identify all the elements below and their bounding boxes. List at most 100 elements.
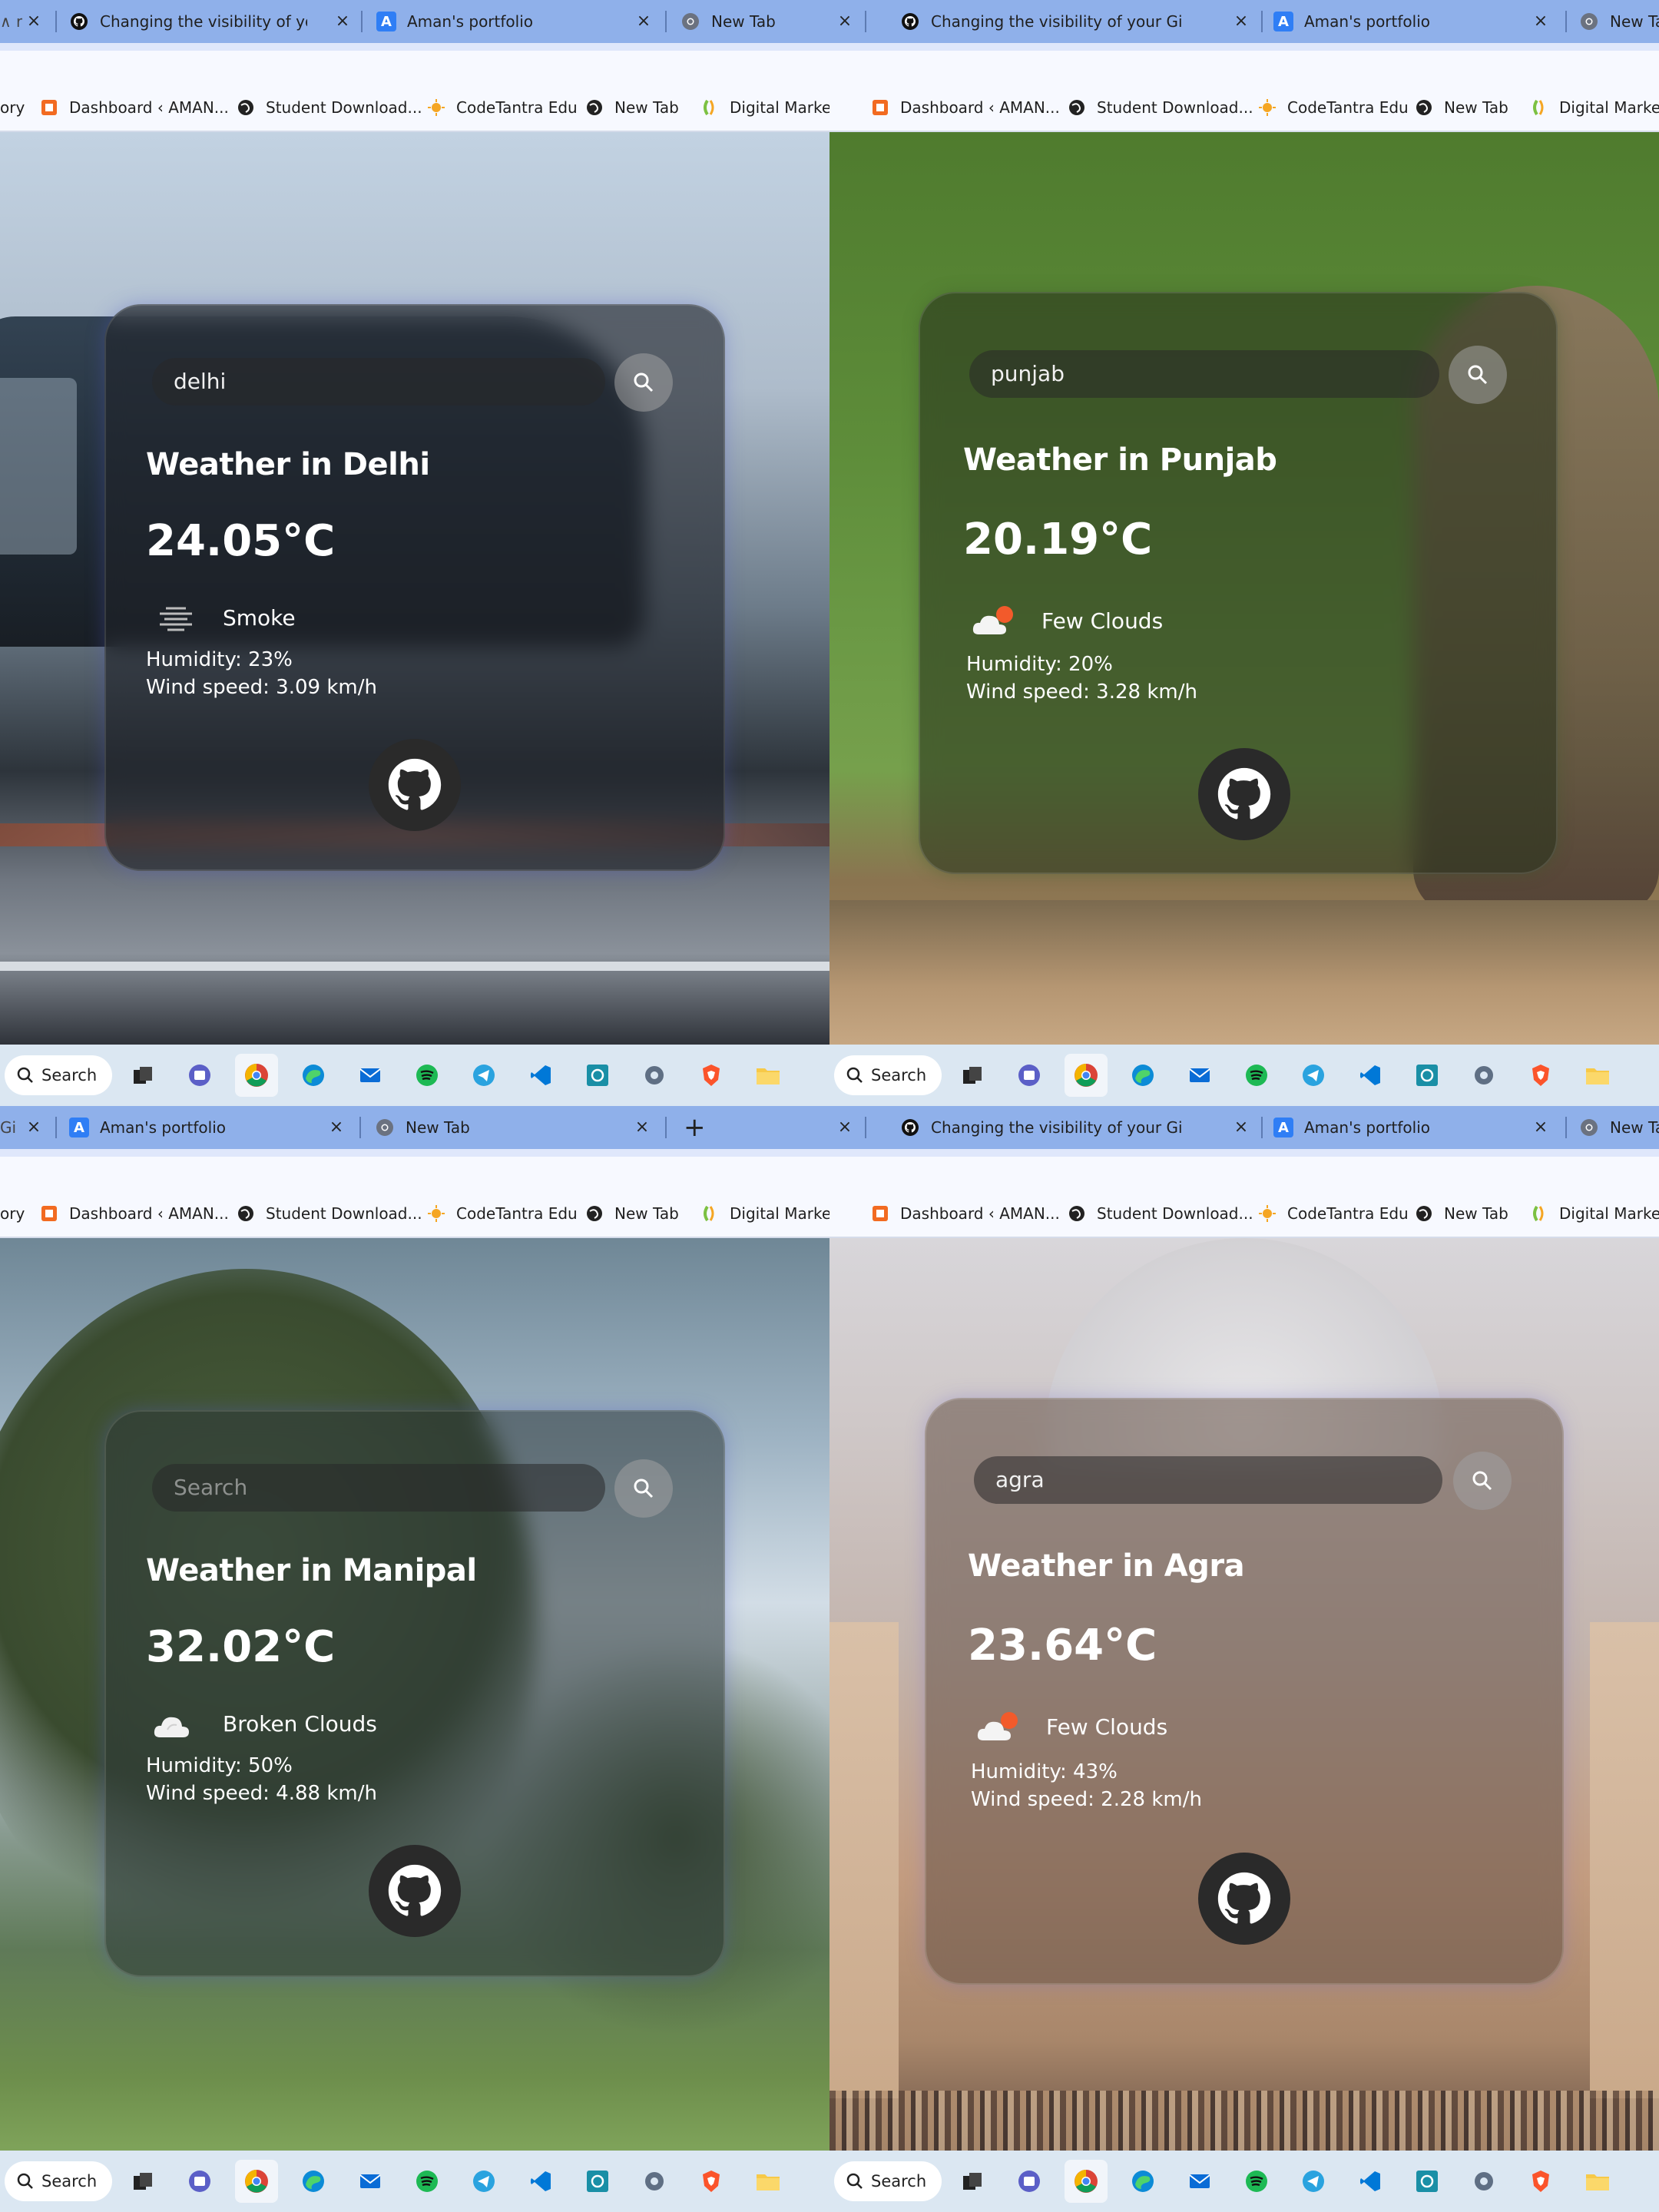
- teams-icon[interactable]: [1014, 1060, 1045, 1091]
- settings-icon[interactable]: [639, 1060, 670, 1091]
- bookmark-item[interactable]: CodeTantra Edu: [427, 83, 578, 131]
- bookmark-item[interactable]: Digital Marketiory: [700, 83, 830, 131]
- spotify-icon[interactable]: [412, 2166, 442, 2197]
- bookmark-item[interactable]: Digital Marketin: [1530, 1189, 1659, 1237]
- mail-icon[interactable]: [355, 2166, 386, 2197]
- edge-icon[interactable]: [298, 2166, 329, 2197]
- search-button[interactable]: [1449, 346, 1507, 404]
- file-explorer-dark-icon[interactable]: [127, 1060, 158, 1091]
- tab-portfolio[interactable]: A Aman's portfolio ×: [376, 0, 654, 43]
- address-bar[interactable]: [0, 43, 830, 83]
- close-icon[interactable]: ×: [23, 1117, 45, 1138]
- taskbar-search[interactable]: Search: [5, 2161, 112, 2201]
- edge-icon[interactable]: [1128, 1060, 1158, 1091]
- search-button[interactable]: [614, 353, 673, 412]
- tab-partial[interactable]: ∧ r ×: [0, 0, 45, 43]
- github-link-button[interactable]: [369, 1845, 461, 1937]
- taskbar-search[interactable]: Search: [834, 1055, 942, 1095]
- folder-icon[interactable]: [1582, 2166, 1613, 2197]
- brave-icon[interactable]: [1525, 2166, 1556, 2197]
- brave-icon[interactable]: [696, 2166, 727, 2197]
- bookmark-item[interactable]: Dashboard ‹ AMAN...: [40, 83, 229, 131]
- file-explorer-dark-icon[interactable]: [127, 2166, 158, 2197]
- bookmark-item[interactable]: New Tab: [1415, 1189, 1508, 1237]
- spotify-icon[interactable]: [1241, 1060, 1272, 1091]
- spotify-icon[interactable]: [1241, 2166, 1272, 2197]
- tab-partial[interactable]: ×: [830, 0, 860, 43]
- telegram-icon[interactable]: [1298, 2166, 1329, 2197]
- city-search-input[interactable]: [152, 358, 605, 406]
- brave-icon[interactable]: [696, 1060, 727, 1091]
- brave-icon[interactable]: [1525, 1060, 1556, 1091]
- bookmark-item[interactable]: Dashboard ‹ AMAN...: [871, 83, 1060, 131]
- telegram-icon[interactable]: [469, 1060, 499, 1091]
- tab-new[interactable]: New Tab ×: [375, 1106, 653, 1149]
- chrome-icon[interactable]: [1065, 1054, 1108, 1097]
- new-tab-button[interactable]: +: [684, 1112, 706, 1143]
- tab-partial[interactable]: Gi ×: [0, 1106, 45, 1149]
- bookmark-item[interactable]: Digital Marketiory: [700, 1189, 830, 1237]
- close-icon[interactable]: ×: [834, 1117, 856, 1138]
- tab-github[interactable]: Changing the visibility of your Gi ×: [900, 0, 1252, 43]
- folder-icon[interactable]: [753, 2166, 783, 2197]
- address-bar[interactable]: [830, 1149, 1659, 1189]
- bookmark-item[interactable]: New Tab: [585, 1189, 679, 1237]
- close-icon[interactable]: ×: [1530, 1117, 1551, 1138]
- terminal-icon[interactable]: [1412, 1060, 1442, 1091]
- edge-icon[interactable]: [298, 1060, 329, 1091]
- tab-new[interactable]: New Tab: [1579, 0, 1659, 43]
- settings-icon[interactable]: [639, 2166, 670, 2197]
- settings-icon[interactable]: [1469, 1060, 1499, 1091]
- tab-partial[interactable]: ×: [830, 1106, 860, 1149]
- close-icon[interactable]: ×: [23, 11, 45, 32]
- bookmark-item[interactable]: CodeTantra Edu: [1258, 1189, 1409, 1237]
- folder-icon[interactable]: [1582, 1060, 1613, 1091]
- bookmark-item[interactable]: Student Download...: [237, 83, 422, 131]
- mail-icon[interactable]: [1184, 2166, 1215, 2197]
- tab-portfolio[interactable]: A Aman's portfolio ×: [69, 1106, 347, 1149]
- city-search-input[interactable]: [152, 1464, 605, 1512]
- bookmark-item[interactable]: CodeTantra Edu: [1258, 83, 1409, 131]
- close-icon[interactable]: ×: [834, 11, 856, 32]
- close-icon[interactable]: ×: [1230, 1117, 1252, 1138]
- teams-icon[interactable]: [184, 1060, 215, 1091]
- teams-icon[interactable]: [1014, 2166, 1045, 2197]
- spotify-icon[interactable]: [412, 1060, 442, 1091]
- tab-github[interactable]: Changing the visibility of your Gi ×: [69, 0, 353, 43]
- vscode-icon[interactable]: [525, 2166, 556, 2197]
- bookmark-item[interactable]: ory: [0, 1189, 25, 1237]
- tab-portfolio[interactable]: A Aman's portfolio ×: [1273, 0, 1551, 43]
- chrome-icon[interactable]: [235, 1054, 278, 1097]
- chrome-icon[interactable]: [1065, 2160, 1108, 2203]
- close-icon[interactable]: ×: [332, 11, 353, 32]
- address-bar[interactable]: [0, 1149, 830, 1189]
- bookmark-item[interactable]: Dashboard ‹ AMAN...: [40, 1189, 229, 1237]
- edge-icon[interactable]: [1128, 2166, 1158, 2197]
- chrome-icon[interactable]: [235, 2160, 278, 2203]
- city-search-input[interactable]: [969, 350, 1439, 398]
- close-icon[interactable]: ×: [1230, 11, 1252, 32]
- close-icon[interactable]: ×: [631, 1117, 653, 1138]
- bookmark-item[interactable]: Student Download...: [237, 1189, 422, 1237]
- settings-icon[interactable]: [1469, 2166, 1499, 2197]
- folder-icon[interactable]: [753, 1060, 783, 1091]
- vscode-icon[interactable]: [1355, 1060, 1386, 1091]
- teams-icon[interactable]: [184, 2166, 215, 2197]
- search-button[interactable]: [614, 1459, 673, 1518]
- address-bar[interactable]: [830, 43, 1659, 83]
- search-button[interactable]: [1453, 1452, 1512, 1510]
- close-icon[interactable]: ×: [633, 11, 654, 32]
- close-icon[interactable]: ×: [326, 1117, 347, 1138]
- tab-new[interactable]: New Tab: [680, 0, 830, 43]
- github-link-button[interactable]: [1198, 1853, 1290, 1945]
- bookmark-item[interactable]: ory: [0, 83, 25, 131]
- taskbar-search[interactable]: Search: [5, 1055, 112, 1095]
- bookmark-item[interactable]: CodeTantra Edu: [427, 1189, 578, 1237]
- telegram-icon[interactable]: [1298, 1060, 1329, 1091]
- terminal-icon[interactable]: [582, 1060, 613, 1091]
- close-icon[interactable]: ×: [1530, 11, 1551, 32]
- bookmark-item[interactable]: Student Download...: [1068, 1189, 1253, 1237]
- city-search-input[interactable]: [974, 1456, 1442, 1504]
- github-link-button[interactable]: [1198, 748, 1290, 840]
- telegram-icon[interactable]: [469, 2166, 499, 2197]
